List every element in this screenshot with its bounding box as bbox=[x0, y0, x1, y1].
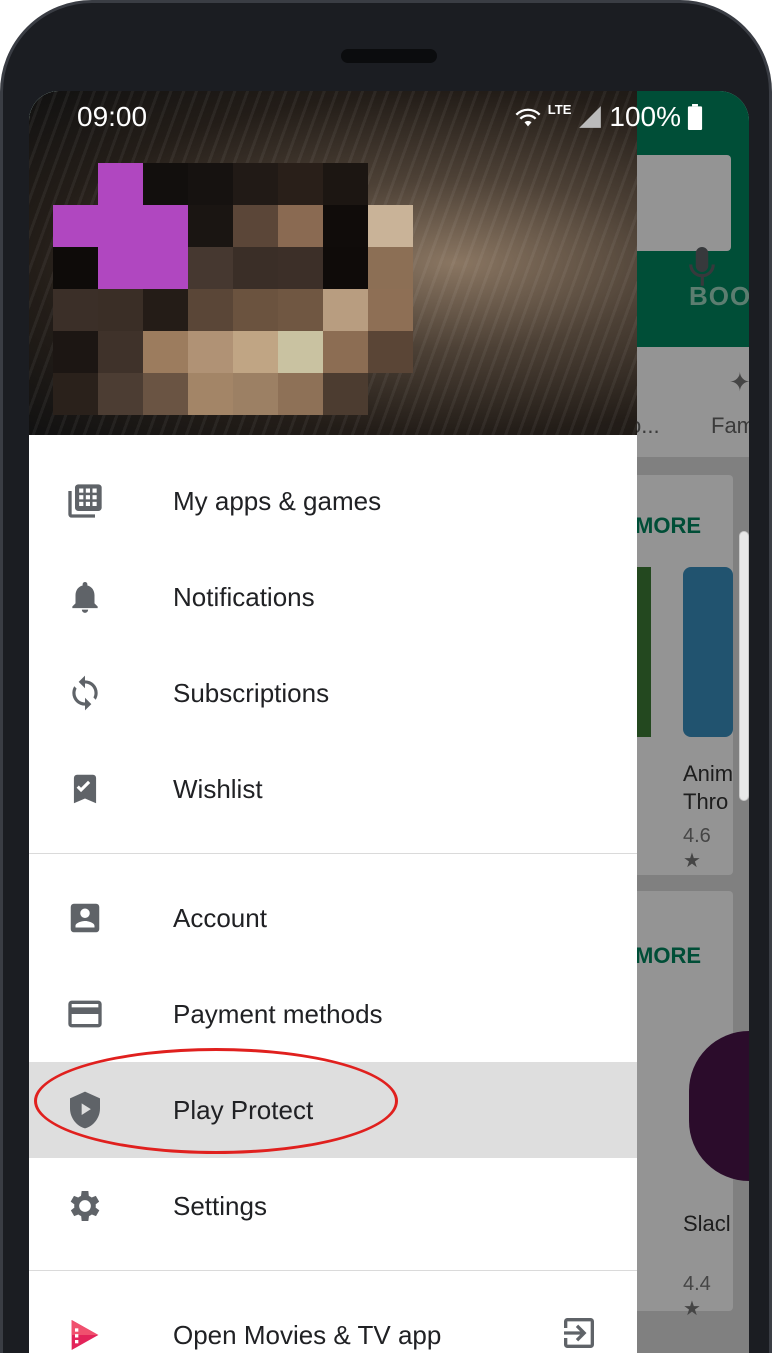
profile-pixelated-image bbox=[53, 163, 413, 415]
sync-icon bbox=[63, 671, 107, 715]
wifi-icon bbox=[515, 108, 541, 127]
menu-divider bbox=[29, 1254, 637, 1287]
account-box-icon bbox=[63, 896, 107, 940]
bell-icon bbox=[63, 575, 107, 619]
bookmark-check-icon bbox=[63, 767, 107, 811]
battery-percent: 100% bbox=[609, 101, 681, 132]
movies-icon bbox=[63, 1313, 107, 1353]
menu-item-label: Wishlist bbox=[173, 773, 263, 804]
side-scroll-handle[interactable] bbox=[739, 531, 749, 801]
gear-icon bbox=[63, 1184, 107, 1228]
credit-card-icon bbox=[63, 992, 107, 1036]
drawer-header-image bbox=[29, 91, 637, 435]
signal-icon bbox=[579, 106, 602, 128]
menu-item-settings[interactable]: Settings bbox=[29, 1158, 637, 1254]
menu-divider bbox=[29, 837, 637, 870]
menu-item-label: Subscriptions bbox=[173, 677, 330, 708]
battery-icon bbox=[687, 104, 703, 130]
status-bar: 09:00 LTE 100% bbox=[29, 91, 749, 141]
menu-item-open-movies[interactable]: Open Movies & TV app bbox=[29, 1287, 637, 1353]
navigation-drawer: My apps & games Notifications Subscripti… bbox=[29, 91, 637, 1353]
menu-item-notifications[interactable]: Notifications bbox=[29, 549, 637, 645]
status-icons: LTE 100% bbox=[514, 101, 703, 133]
menu-item-wishlist[interactable]: Wishlist bbox=[29, 741, 637, 837]
exit-app-icon[interactable] bbox=[559, 1313, 603, 1353]
menu-item-label: Payment methods bbox=[173, 998, 383, 1029]
highlight-circle bbox=[34, 1048, 398, 1154]
menu-item-label: Open Movies & TV app bbox=[173, 1319, 442, 1350]
screen: BOO ✦ o... Fam MORE Anim Thro 4.6 ★ MORE… bbox=[29, 91, 749, 1353]
network-type: LTE bbox=[547, 101, 572, 117]
earpiece-speaker bbox=[341, 49, 437, 63]
menu-item-label: Notifications bbox=[173, 581, 315, 612]
menu-item-payment-methods[interactable]: Payment methods bbox=[29, 966, 637, 1062]
status-time: 09:00 bbox=[77, 101, 148, 132]
menu-item-label: My apps & games bbox=[173, 485, 382, 516]
drawer-menu: My apps & games Notifications Subscripti… bbox=[29, 435, 637, 1353]
phone-frame: BOO ✦ o... Fam MORE Anim Thro 4.6 ★ MORE… bbox=[0, 0, 772, 1353]
menu-item-label: Account bbox=[173, 902, 267, 933]
apps-grid-icon bbox=[63, 479, 107, 523]
menu-item-account[interactable]: Account bbox=[29, 870, 637, 966]
menu-item-label: Settings bbox=[173, 1190, 267, 1221]
menu-item-subscriptions[interactable]: Subscriptions bbox=[29, 645, 637, 741]
menu-item-my-apps[interactable]: My apps & games bbox=[29, 453, 637, 549]
